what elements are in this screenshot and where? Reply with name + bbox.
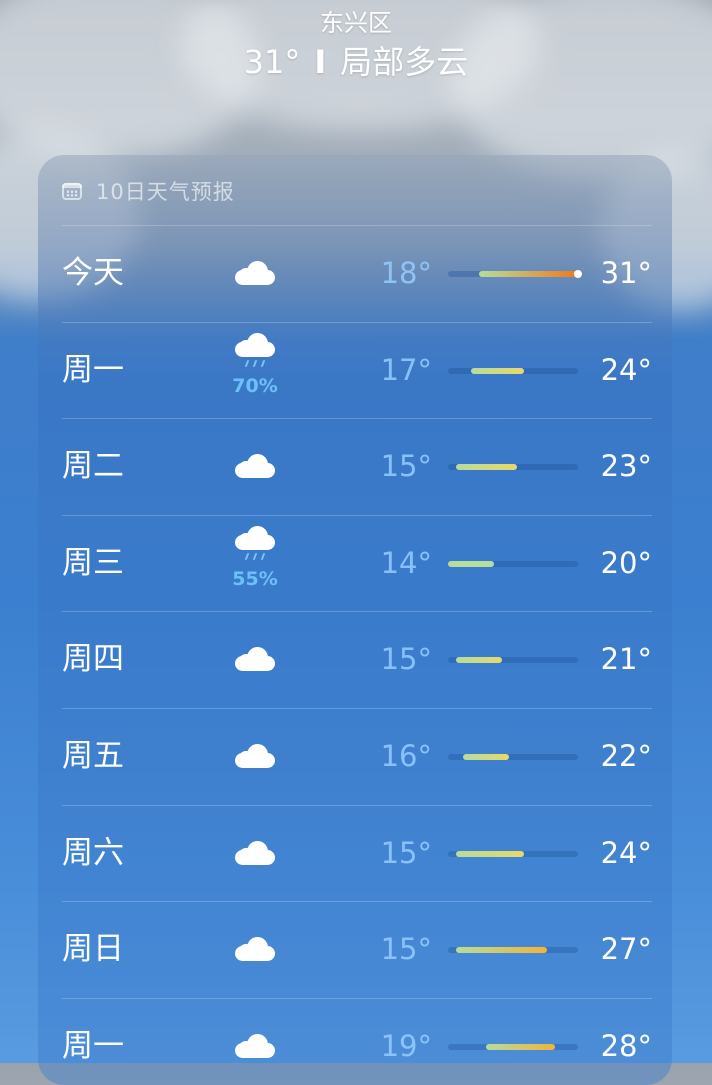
temperature-range-fill: [448, 560, 494, 567]
low-temperature: 15°: [380, 642, 432, 677]
weather-icon-wrap: [222, 902, 322, 997]
day-label: 周一: [62, 1027, 124, 1064]
low-temperature: 17°: [380, 352, 432, 387]
weather-icon-wrap: [222, 999, 322, 1085]
forecast-row[interactable]: 周一 70% 17° 24°: [62, 321, 652, 419]
weather-icon-wrap: [222, 709, 322, 804]
high-temperature: 21°: [600, 642, 652, 677]
forecast-row[interactable]: 周三 55% 14° 20°: [62, 514, 652, 612]
forecast-row[interactable]: 周二 15° 23°: [62, 418, 652, 515]
current-condition: 局部多云: [340, 43, 469, 81]
weather-icon-wrap: [222, 226, 322, 321]
high-temperature: 24°: [600, 352, 652, 387]
high-temperature: 22°: [600, 738, 652, 773]
cloud-rain-icon: [235, 525, 275, 550]
weather-icon-wrap: [222, 612, 322, 707]
low-temperature: 15°: [380, 835, 432, 870]
weather-icon-wrap: [222, 419, 322, 514]
weather-icon-wrap: [222, 806, 322, 901]
forecast-row[interactable]: 周日 15° 27°: [62, 901, 652, 998]
cloud-icon: [235, 937, 275, 962]
cloud-icon: [235, 840, 275, 865]
weather-icon-wrap: 55%: [222, 516, 322, 611]
day-label: 周日: [62, 931, 124, 968]
day-label: 周六: [62, 834, 124, 871]
high-temperature: 24°: [600, 835, 652, 870]
current-temperature-dot: [574, 270, 582, 278]
day-label: 今天: [62, 255, 124, 291]
cloud-icon: [235, 1033, 275, 1058]
day-label: 周三: [62, 544, 124, 581]
forecast-row[interactable]: 周六 15° 24°: [62, 804, 652, 902]
temperature-range-bar: [448, 850, 578, 857]
forecast-row[interactable]: 周四 15° 21°: [62, 611, 652, 708]
temperature-range-fill: [486, 1043, 556, 1050]
cloud-rain-icon: [235, 332, 275, 357]
temperature-range-fill: [455, 850, 525, 857]
temperature-range-bar: [448, 464, 578, 471]
low-temperature: 15°: [380, 449, 432, 484]
cloud-icon: [235, 743, 275, 768]
day-label: 周二: [62, 448, 124, 485]
forecast-row[interactable]: 今天 18° 31°: [62, 225, 652, 322]
forecast-row[interactable]: 周五 16° 22°: [62, 707, 652, 805]
location-name: 东兴区: [320, 9, 392, 37]
temperature-range-fill: [455, 464, 517, 471]
high-temperature: 23°: [600, 449, 652, 484]
high-temperature: 31°: [600, 256, 652, 290]
current-summary: 31° I 局部多云: [0, 40, 712, 84]
low-temperature: 15°: [380, 932, 432, 967]
high-temperature: 28°: [600, 1028, 652, 1063]
temperature-range-bar: [448, 753, 578, 760]
temperature-range-bar: [448, 657, 578, 664]
temperature-range-fill: [455, 947, 548, 954]
day-label: 周一: [62, 351, 124, 388]
card-header: 10日天气预报: [62, 175, 235, 207]
temperature-range-fill: [470, 367, 525, 374]
temperature-range-fill: [455, 657, 502, 664]
forecast-row[interactable]: 周一 19° 28°: [62, 997, 652, 1085]
temperature-range-fill: [463, 753, 510, 760]
ten-day-forecast-card[interactable]: 10日天气预报 今天 18° 31° 周一 70% 17° 24° 周二 15° 23° 周三 55%…: [38, 155, 672, 1085]
current-temperature: 31°: [243, 43, 301, 81]
forecast-list: 今天 18° 31° 周一 70% 17° 24° 周二 15° 23° 周三 55% 14° 20° 周四…: [62, 225, 652, 1085]
low-temperature: 14°: [380, 545, 432, 580]
day-label: 周四: [62, 641, 124, 678]
temperature-range-fill: [478, 271, 578, 277]
cloud-icon: [235, 647, 275, 672]
precip-chance: 55%: [232, 567, 278, 590]
rain-drops-icon: [244, 552, 272, 563]
summary-separator: I: [314, 43, 327, 81]
cloud-icon: [235, 261, 275, 285]
low-temperature: 16°: [380, 738, 432, 773]
low-temperature: 18°: [380, 256, 432, 290]
weather-header: 东兴区 31° I 局部多云: [0, 6, 712, 84]
low-temperature: 19°: [380, 1028, 432, 1063]
temperature-range-bar: [448, 270, 582, 278]
card-title: 10日天气预报: [96, 180, 235, 204]
cloud-icon: [235, 454, 275, 479]
high-temperature: 27°: [600, 932, 652, 967]
precip-chance: 70%: [232, 374, 278, 397]
calendar-icon: [62, 181, 84, 201]
temperature-range-bar: [448, 947, 578, 954]
temperature-range-bar: [448, 1043, 578, 1050]
rain-drops-icon: [244, 359, 272, 370]
temperature-range-bar: [448, 560, 578, 567]
weather-icon-wrap: 70%: [222, 323, 322, 418]
high-temperature: 20°: [600, 545, 652, 580]
temperature-range-bar: [448, 367, 578, 374]
day-label: 周五: [62, 737, 124, 774]
